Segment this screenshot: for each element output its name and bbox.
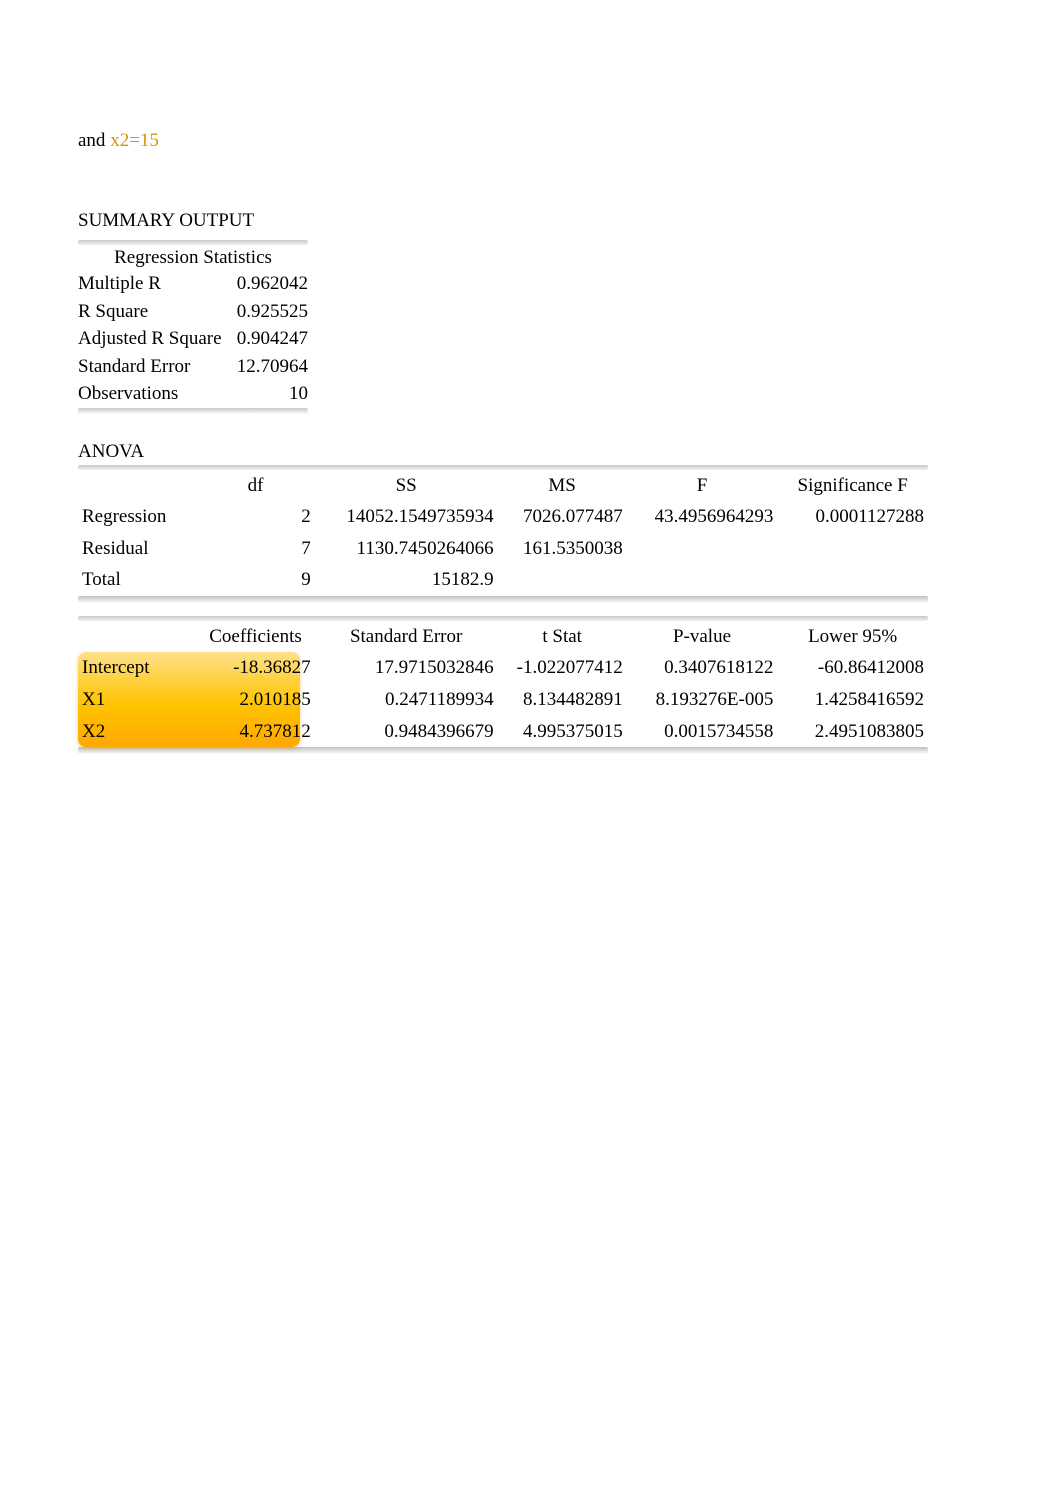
col-header: Coefficients [196, 621, 314, 653]
stat-value: 0.904247 [228, 325, 308, 353]
cell: 7026.077487 [498, 501, 627, 533]
cell [777, 564, 928, 596]
row-label: X1 [78, 684, 196, 716]
cell: 4.737812 [196, 716, 314, 748]
cell: 7 [196, 533, 314, 565]
cell: -1.022077412 [498, 652, 627, 684]
row-label: Regression [78, 501, 196, 533]
col-header: df [196, 470, 314, 502]
table-row: Adjusted R Square 0.904247 [78, 325, 308, 353]
cell: 0.9484396679 [315, 716, 498, 748]
coefficients-table: Intercept -18.36827 17.9715032846 -1.022… [78, 652, 928, 747]
col-header: MS [498, 470, 627, 502]
intro-equation: x2=15 [110, 130, 159, 151]
table-row: Total 9 15182.9 [78, 564, 928, 596]
intro-line: and x2=15 [78, 130, 984, 152]
table-row: Standard Error 12.70964 [78, 353, 308, 381]
cell: 0.0015734558 [627, 716, 778, 748]
row-label: Intercept [78, 652, 196, 684]
anova-title: ANOVA [78, 441, 984, 463]
stat-label: Standard Error [78, 353, 228, 381]
row-label: Total [78, 564, 196, 596]
col-header: SS [315, 470, 498, 502]
table-header-row: Coefficients Standard Error t Stat P-val… [78, 621, 928, 653]
stat-value: 10 [228, 380, 308, 408]
cell: 14052.1549735934 [315, 501, 498, 533]
stat-label: R Square [78, 298, 228, 326]
summary-output-title: SUMMARY OUTPUT [78, 210, 984, 232]
cell: 0.2471189934 [315, 684, 498, 716]
cell: 17.9715032846 [315, 652, 498, 684]
col-header: Standard Error [315, 621, 498, 653]
stat-value: 12.70964 [228, 353, 308, 381]
cell [627, 533, 778, 565]
col-header: F [627, 470, 778, 502]
cell: 1.4258416592 [777, 684, 928, 716]
cell: 8.134482891 [498, 684, 627, 716]
stat-label: Multiple R [78, 270, 228, 298]
stat-label: Observations [78, 380, 228, 408]
cell: 0.0001127288 [777, 501, 928, 533]
col-header: t Stat [498, 621, 627, 653]
cell: 161.5350038 [498, 533, 627, 565]
col-header: P-value [627, 621, 778, 653]
cell: 15182.9 [315, 564, 498, 596]
table-row: Observations 10 [78, 380, 308, 408]
table-row: Residual 7 1130.7450264066 161.5350038 [78, 533, 928, 565]
cell: 8.193276E-005 [627, 684, 778, 716]
cell: 2.4951083805 [777, 716, 928, 748]
coefficients-block: Coefficients Standard Error t Stat P-val… [78, 616, 928, 755]
cell: 4.995375015 [498, 716, 627, 748]
divider [78, 408, 308, 415]
cell: 0.3407618122 [627, 652, 778, 684]
table-header-row: df SS MS F Significance F [78, 470, 928, 502]
coefficients-rows: Intercept -18.36827 17.9715032846 -1.022… [78, 652, 928, 747]
stat-value: 0.925525 [228, 298, 308, 326]
table-row: R Square 0.925525 [78, 298, 308, 326]
cell: 1130.7450264066 [315, 533, 498, 565]
stat-value: 0.962042 [228, 270, 308, 298]
table-row: X2 4.737812 0.9484396679 4.995375015 0.0… [78, 716, 928, 748]
table-row: X1 2.010185 0.2471189934 8.134482891 8.1… [78, 684, 928, 716]
cell: 9 [196, 564, 314, 596]
stat-label: Adjusted R Square [78, 325, 228, 353]
intro-and: and [78, 130, 105, 151]
cell [777, 533, 928, 565]
coefficients-header-table: Coefficients Standard Error t Stat P-val… [78, 621, 928, 653]
cell [627, 564, 778, 596]
cell: -60.86412008 [777, 652, 928, 684]
anova-block: df SS MS F Significance F Regression 2 1… [78, 465, 928, 604]
col-header: Significance F [777, 470, 928, 502]
col-header: Lower 95% [777, 621, 928, 653]
cell: 2.010185 [196, 684, 314, 716]
divider [78, 596, 928, 604]
table-row: Regression 2 14052.1549735934 7026.07748… [78, 501, 928, 533]
table-row: Intercept -18.36827 17.9715032846 -1.022… [78, 652, 928, 684]
cell [498, 564, 627, 596]
divider [78, 747, 928, 755]
regression-statistics-block: Regression Statistics Multiple R 0.96204… [78, 240, 308, 415]
row-label: Residual [78, 533, 196, 565]
cell: 43.4956964293 [627, 501, 778, 533]
row-label: X2 [78, 716, 196, 748]
table-row: Multiple R 0.962042 [78, 270, 308, 298]
cell: 2 [196, 501, 314, 533]
cell: -18.36827 [196, 652, 314, 684]
anova-table: df SS MS F Significance F Regression 2 1… [78, 470, 928, 596]
regression-statistics-header: Regression Statistics [78, 245, 308, 270]
